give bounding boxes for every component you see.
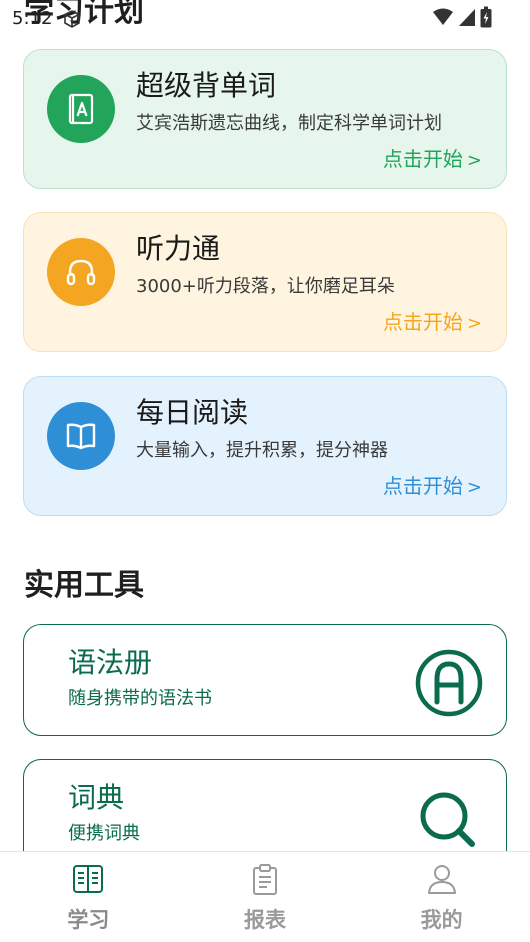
tool-card-title: 语法册 <box>68 646 153 679</box>
open-book-icon <box>66 423 96 450</box>
plan-card-title: 听力通 <box>136 232 221 265</box>
nav-item-profile[interactable]: 我的 <box>353 852 530 942</box>
signal-icon <box>459 9 475 26</box>
reading-icon-badge <box>47 402 115 470</box>
start-link[interactable]: 点击开始 > <box>383 470 482 499</box>
nav-item-report[interactable]: 报表 <box>177 852 354 942</box>
start-link[interactable]: 点击开始 > <box>383 143 482 172</box>
listening-icon-badge <box>47 238 115 306</box>
chevron-right-icon: > <box>466 477 482 498</box>
nav-label: 学习 <box>67 908 110 932</box>
plan-card-description: 3000+听力段落，让你磨足耳朵 <box>136 276 395 297</box>
status-icons <box>432 6 492 28</box>
headphones-icon <box>66 259 96 286</box>
status-time: 5:12 <box>12 8 53 29</box>
profile-icon <box>427 865 456 894</box>
package-icon <box>64 10 80 28</box>
tool-card-title: 词典 <box>68 781 125 814</box>
start-link[interactable]: 点击开始 > <box>383 306 482 335</box>
chevron-right-icon: > <box>466 313 482 334</box>
plan-card-title: 每日阅读 <box>136 396 249 429</box>
status-bar: 5:12 <box>0 0 530 34</box>
bottom-nav: 学习 报表 我的 <box>0 851 530 942</box>
clipboard-icon <box>253 864 277 895</box>
search-icon <box>420 792 475 847</box>
book-icon <box>73 865 104 893</box>
nav-label: 我的 <box>420 908 463 932</box>
plan-card-vocabulary[interactable]: 超级背单词 艾宾浩斯遗忘曲线，制定科学单词计划 点击开始 > <box>23 49 507 189</box>
section-title-tools: 实用工具 <box>24 568 144 603</box>
wifi-icon <box>433 8 453 25</box>
plan-card-listening[interactable]: 听力通 3000+听力段落，让你磨足耳朵 点击开始 > <box>23 212 507 352</box>
app-screen: 学习计划 5:12 超级背单词 艾宾浩斯遗忘曲线，制定科学单词计划 点击开始 >… <box>0 0 530 942</box>
plan-card-description: 艾宾浩斯遗忘曲线，制定科学单词计划 <box>136 113 442 134</box>
tool-card-description: 便携词典 <box>68 823 140 844</box>
grammar-a-icon <box>415 649 483 717</box>
plan-card-title: 超级背单词 <box>136 69 277 102</box>
battery-icon <box>480 6 492 28</box>
vocab-icon-badge <box>47 75 115 143</box>
plan-card-description: 大量输入，提升积累，提分神器 <box>136 440 388 461</box>
nav-label: 报表 <box>244 908 286 932</box>
start-link-label: 点击开始 <box>382 310 463 334</box>
start-link-label: 点击开始 <box>382 147 463 171</box>
tool-card-description: 随身携带的语法书 <box>68 688 212 709</box>
nav-item-study[interactable]: 学习 <box>0 852 177 942</box>
plan-card-reading[interactable]: 每日阅读 大量输入，提升积累，提分神器 点击开始 > <box>23 376 507 516</box>
vocab-book-icon <box>68 93 94 125</box>
tool-card-grammar[interactable]: 语法册 随身携带的语法书 <box>23 624 507 736</box>
start-link-label: 点击开始 <box>382 474 463 498</box>
chevron-right-icon: > <box>466 150 482 171</box>
